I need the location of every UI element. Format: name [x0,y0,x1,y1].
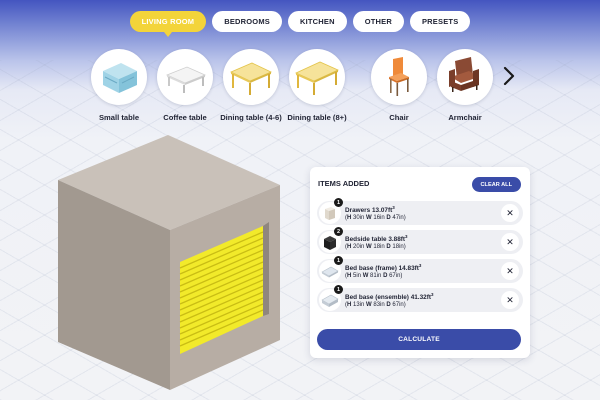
coffee-table-icon [165,66,207,93]
remove-item-button[interactable]: ✕ [501,262,519,280]
furniture-item-armchair[interactable]: Armchair [433,49,497,122]
clear-all-button[interactable]: CLEAR ALL [471,177,521,192]
item-dimensions: (H 20in W 18in D 18in) [345,243,406,250]
item-name: Drawers 13.07ft [345,207,393,215]
remove-item-button[interactable]: ✕ [501,291,519,309]
panel-title: ITEMS ADDED [318,179,370,188]
item-dimensions: (H 5in W 81in D 67in) [345,272,403,279]
quantity-badge: 1 [334,285,343,294]
items-list: 1 Drawers 13.07ft3 (H 30in W 16in D 47in… [317,198,523,317]
small-table-icon [103,63,137,93]
list-item: 2 Bedside table 3.88ft3 (H 20in W 18in D… [317,227,523,254]
item-dimensions: (H 30in W 16in D 47in) [345,214,406,221]
remove-item-button[interactable]: ✕ [501,204,519,222]
tab-kitchen[interactable]: KITCHEN [288,11,347,32]
remove-item-button[interactable]: ✕ [501,233,519,251]
item-name: Bed base (ensemble) 41.32ft [345,294,431,302]
calculate-button[interactable]: CALCULATE [317,329,521,350]
item-dimensions: (H 13in W 83in D 67in) [345,301,406,308]
armchair-icon [449,57,479,92]
tab-living-room[interactable]: LIVING ROOM [129,11,207,37]
category-tabs: LIVING ROOM BEDROOMS KITCHEN OTHER PRESE… [0,11,600,37]
items-added-panel: ITEMS ADDED CLEAR ALL 1 Drawers 13.07ft3… [310,167,530,358]
door-frame-side [263,222,269,316]
storage-unit-illustration [58,135,280,390]
list-item: 1 Bed base (frame) 14.83ft3 (H 5in W 81i… [317,256,523,283]
dining-table-4-6-icon [230,62,272,95]
quantity-badge: 1 [334,256,343,265]
chair-icon [389,57,409,96]
tab-other[interactable]: OTHER [352,11,404,32]
furniture-item-coffee-table[interactable]: Coffee table [153,49,217,122]
furniture-carousel: Small table Coffee table Dining table (4… [91,49,502,129]
item-name: Bed base (frame) 14.83ft [345,265,419,273]
quantity-badge: 1 [334,198,343,207]
furniture-item-small-table[interactable]: Small table [87,49,151,122]
furniture-item-dining-table-8[interactable]: Dining table (8+) [285,49,349,122]
list-item: 1 Drawers 13.07ft3 (H 30in W 16in D 47in… [317,198,523,225]
tab-bedrooms[interactable]: BEDROOMS [212,11,282,32]
quantity-badge: 2 [334,227,343,236]
tab-presets[interactable]: PRESETS [409,11,471,32]
list-item: 1 Bed base (ensemble) 41.32ft3 (H 13in W… [317,285,523,312]
item-name: Bedside table 3.88ft [345,236,406,244]
chevron-right-icon[interactable] [502,66,516,86]
furniture-item-chair[interactable]: Chair [367,49,431,122]
furniture-item-dining-table-4-6[interactable]: Dining table (4-6) [219,49,283,122]
dining-table-8-icon [295,61,339,95]
